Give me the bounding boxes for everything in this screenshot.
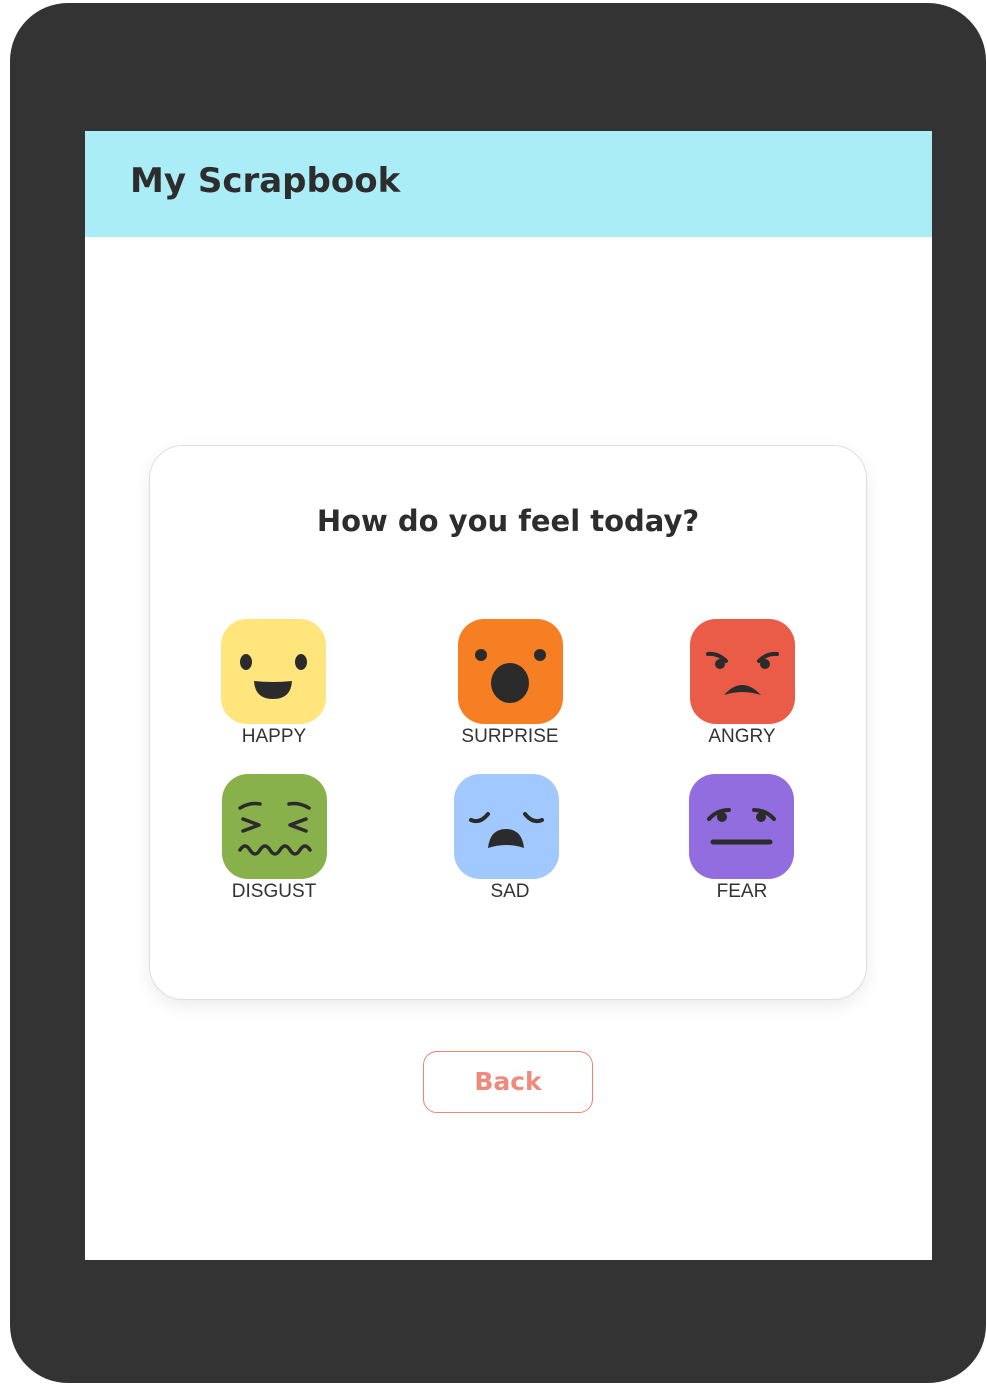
mood-label-happy: HAPPY	[241, 726, 307, 747]
mood-label-disgust: DISGUST	[231, 881, 317, 902]
sad-face-icon	[454, 774, 559, 879]
surprised-face-icon	[458, 619, 563, 724]
disgusted-face-icon	[222, 774, 327, 879]
angry-face-icon	[690, 619, 795, 724]
tablet-frame: My Scrapbook How do you feel today? HAPP…	[10, 3, 986, 1383]
app-screen: My Scrapbook How do you feel today? HAPP…	[85, 131, 932, 1260]
mood-label-angry: ANGRY	[708, 726, 776, 747]
app-title: My Scrapbook	[130, 161, 401, 201]
fearful-face-icon	[689, 774, 794, 879]
mood-label-fear: FEAR	[716, 881, 768, 902]
app-header: My Scrapbook	[85, 131, 932, 237]
back-button[interactable]: Back	[423, 1051, 593, 1113]
mood-label-sad: SAD	[490, 881, 530, 902]
happy-face-icon	[221, 619, 326, 724]
mood-question: How do you feel today?	[316, 504, 700, 538]
mood-label-surprise: SURPRISE	[461, 726, 559, 747]
mood-picker-card: How do you feel today? HAPPY SURPRISE AN…	[149, 445, 867, 1000]
